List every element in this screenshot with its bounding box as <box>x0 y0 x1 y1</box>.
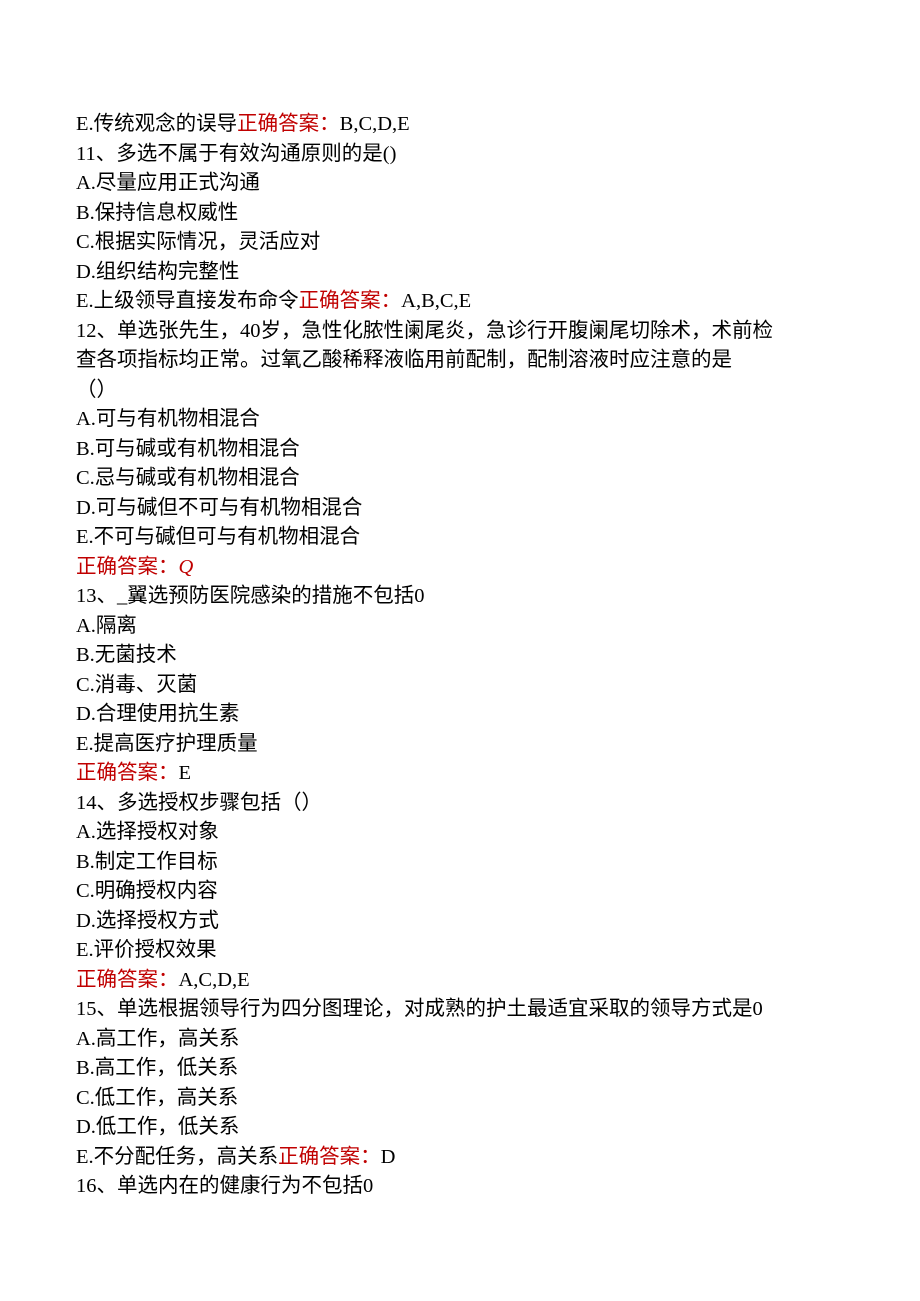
q12-option-b: B.可与碱或有机物相混合 <box>76 435 844 465</box>
q15-option-b: B.高工作，低关系 <box>76 1054 844 1084</box>
q11-option-d: D.组织结构完整性 <box>76 258 844 288</box>
q16-stem: 16、单选内在的健康行为不包括0 <box>76 1172 844 1202</box>
q13-answer-line: 正确答案：E <box>76 759 844 789</box>
q13-option-c: C.消毒、灭菌 <box>76 671 844 701</box>
q13-option-d: D.合理使用抗生素 <box>76 700 844 730</box>
q13-answer-value: E <box>179 762 192 784</box>
q13-answer-label: 正确答案： <box>76 762 179 784</box>
q11-option-b: B.保持信息权威性 <box>76 199 844 229</box>
q15-answer-label: 正确答案： <box>278 1146 381 1168</box>
q11-option-e-text: E.上级领导直接发布命令 <box>76 290 299 312</box>
q14-option-d: D.选择授权方式 <box>76 907 844 937</box>
q12-answer-line: 正确答案：Q <box>76 553 844 583</box>
q11-answer-label: 正确答案： <box>299 290 402 312</box>
q14-answer-line: 正确答案：A,C,D,E <box>76 966 844 996</box>
q12-option-c: C.忌与碱或有机物相混合 <box>76 464 844 494</box>
q12-option-d: D.可与碱但不可与有机物相混合 <box>76 494 844 524</box>
q13-stem: 13、_翼选预防医院感染的措施不包括0 <box>76 582 844 612</box>
q15-option-a: A.高工作，高关系 <box>76 1025 844 1055</box>
q11-answer-value: A,B,C,E <box>401 290 471 312</box>
q12-stem-line1: 12、单选张先生，40岁，急性化脓性阑尾炎，急诊行开腹阑尾切除术，术前检 <box>76 317 844 347</box>
q12-option-e: E.不可与碱但可与有机物相混合 <box>76 523 844 553</box>
q11-option-c: C.根据实际情况，灵活应对 <box>76 228 844 258</box>
q12-answer-label: 正确答案： <box>76 556 179 578</box>
q10-option-e: E.传统观念的误导正确答案：B,C,D,E <box>76 110 844 140</box>
q15-option-e-text: E.不分配任务，高关系 <box>76 1146 278 1168</box>
q15-option-e: E.不分配任务，高关系正确答案：D <box>76 1143 844 1173</box>
q15-stem: 15、单选根据领导行为四分图理论，对成熟的护土最适宜采取的领导方式是0 <box>76 995 844 1025</box>
q14-option-e: E.评价授权效果 <box>76 936 844 966</box>
q13-option-e: E.提高医疗护理质量 <box>76 730 844 760</box>
q11-option-e: E.上级领导直接发布命令正确答案：A,B,C,E <box>76 287 844 317</box>
q12-stem-line2: 查各项指标均正常。过氧乙酸稀释液临用前配制，配制溶液时应注意的是 <box>76 346 844 376</box>
q10-option-e-text: E.传统观念的误导 <box>76 113 237 135</box>
q13-option-a: A.隔离 <box>76 612 844 642</box>
q12-answer-value: Q <box>179 556 194 578</box>
q11-stem: 11、多选不属于有效沟通原则的是() <box>76 140 844 170</box>
q14-stem: 14、多选授权步骤包括（） <box>76 789 844 819</box>
q10-answer-label: 正确答案： <box>237 113 340 135</box>
q11-option-a: A.尽量应用正式沟通 <box>76 169 844 199</box>
q10-answer-value: B,C,D,E <box>340 113 410 135</box>
q12-stem-line3: （） <box>76 376 844 406</box>
q13-option-b: B.无菌技术 <box>76 641 844 671</box>
q12-option-a: A.可与有机物相混合 <box>76 405 844 435</box>
q15-option-d: D.低工作，低关系 <box>76 1113 844 1143</box>
q14-answer-value: A,C,D,E <box>179 969 250 991</box>
q14-option-c: C.明确授权内容 <box>76 877 844 907</box>
q15-answer-value: D <box>381 1146 396 1168</box>
q14-option-b: B.制定工作目标 <box>76 848 844 878</box>
q14-option-a: A.选择授权对象 <box>76 818 844 848</box>
q15-option-c: C.低工作，高关系 <box>76 1084 844 1114</box>
q14-answer-label: 正确答案： <box>76 969 179 991</box>
